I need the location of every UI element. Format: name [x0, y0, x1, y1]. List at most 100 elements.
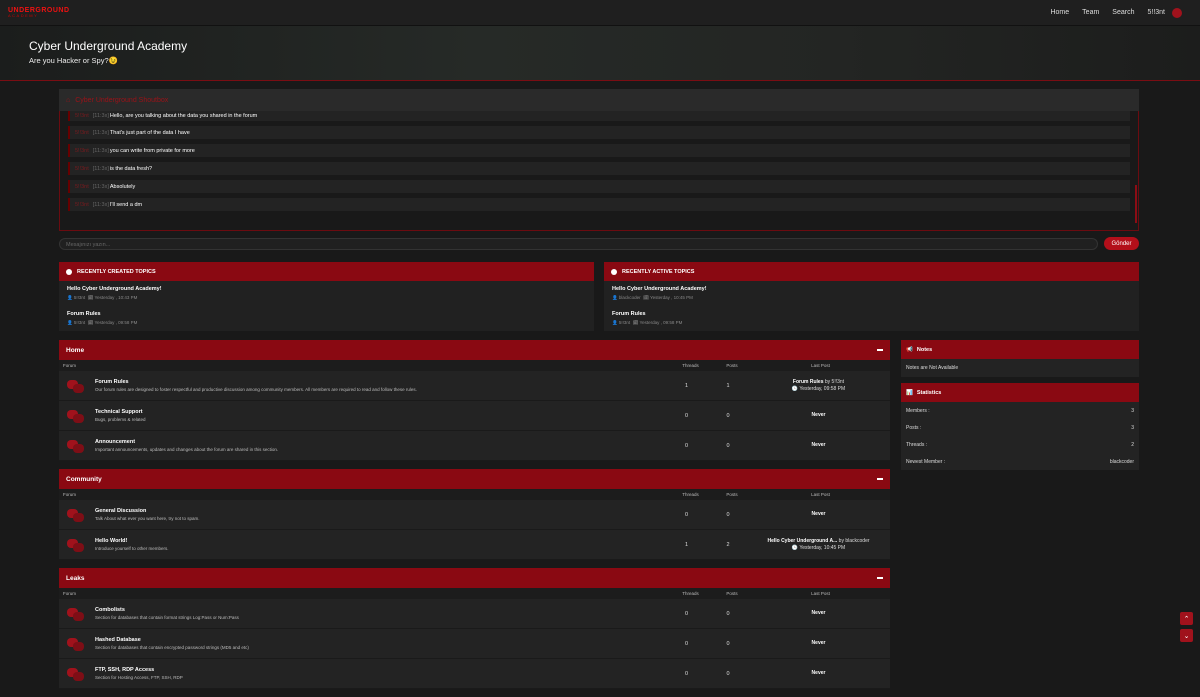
shout-text: That's just part of the data I have	[109, 129, 190, 136]
content-wrapper: ⌂ Cyber Underground Shoutbox 5!!3nt [11:3…	[59, 89, 1139, 697]
forum-link[interactable]: Forum Rules	[95, 379, 417, 385]
forum-link[interactable]: FTP, SSH, RDP Access	[95, 667, 183, 673]
last-post-link[interactable]: Never	[812, 610, 826, 616]
forum-cell: Announcement Important announcements, upd…	[59, 438, 664, 454]
user-avatar-icon[interactable]	[1172, 7, 1182, 18]
shout-message: 5!!3nt [11:3x] you can write from private …	[68, 144, 1130, 157]
shout-input[interactable]: Mesajınızı yazın...	[59, 237, 1098, 250]
category-title[interactable]: Leaks	[66, 575, 84, 582]
category-header[interactable]: Leaks	[59, 568, 890, 588]
stat-label: Posts :	[906, 424, 922, 431]
last-post: Forum Rules by 5!!3nt 🕒 Yesterday, 09:58 …	[747, 379, 890, 393]
notes-panel: 📢 Notes Notes are Not Available	[901, 340, 1139, 377]
topic-author[interactable]: 5!!3nt	[74, 320, 85, 325]
col-forum: Forum	[63, 591, 77, 596]
nav-search-link[interactable]: Search	[1112, 9, 1134, 16]
forum-link[interactable]: Combolists	[95, 607, 239, 613]
thread-count: 0	[684, 610, 689, 617]
hero-banner: Cyber Underground Academy Are you Hacker…	[0, 26, 1200, 81]
topic-link[interactable]: Hello Cyber Underground Academy!	[612, 286, 1131, 292]
category-title[interactable]: Home	[66, 347, 84, 354]
stat-label: Newest Member :	[906, 458, 946, 465]
last-post-link[interactable]: Never	[812, 670, 826, 676]
post-count: 0	[726, 610, 730, 617]
forum-cell: Technical Support Bugs, problems & relate…	[59, 408, 664, 424]
shoutbox-messages[interactable]: 5!!3nt [11:3x] Hello, are you talking abou…	[59, 111, 1139, 231]
scroll-down-button[interactable]: ⌄	[1180, 629, 1193, 642]
forum-category: Home Forum Threads Posts Last Post Forum Ru…	[59, 340, 890, 461]
shout-user[interactable]: 5!!3nt	[75, 184, 89, 190]
shout-user[interactable]: 5!!3nt	[75, 130, 89, 136]
forum-link[interactable]: Hello World!	[95, 538, 169, 544]
topic-author[interactable]: 5!!3nt	[74, 295, 85, 300]
statistics-title: Statistics	[916, 389, 942, 396]
stat-row: Posts : 3	[901, 419, 1139, 436]
last-post-author[interactable]: by 5!!3nt	[823, 379, 844, 385]
scroll-up-button[interactable]: ⌃	[1180, 612, 1193, 625]
site-subtitle: Are you Hacker or Spy?😉	[29, 56, 118, 65]
forum-desc: Important announcements, updates and cha…	[95, 447, 279, 452]
last-post-link[interactable]: Never	[812, 442, 826, 448]
plus-circle-icon	[66, 268, 72, 275]
topic-author[interactable]: 5!!3nt	[619, 320, 630, 325]
forum-desc: Talk About what ever you want here, try …	[95, 516, 200, 521]
post-count: 1	[726, 382, 730, 389]
post-count: 0	[726, 670, 730, 677]
shout-time: [11:3x]	[92, 165, 109, 172]
last-post-link[interactable]: Never	[812, 412, 826, 418]
shout-user[interactable]: 5!!3nt	[75, 202, 89, 208]
shout-user[interactable]: 5!!3nt	[75, 166, 89, 172]
last-post-link[interactable]: Forum Rules	[793, 379, 824, 385]
chat-bubbles-icon	[67, 636, 87, 652]
thread-count: 1	[684, 541, 689, 548]
collapse-icon[interactable]	[877, 349, 883, 351]
nav-user-link[interactable]: 5!!3nt	[1147, 9, 1165, 16]
forum-link[interactable]: Hashed Database	[95, 637, 249, 643]
chat-bubbles-icon	[67, 606, 87, 622]
send-button[interactable]: Gönder	[1104, 237, 1139, 250]
thread-count: 0	[684, 412, 689, 419]
shout-time: [11:3x]	[92, 183, 109, 190]
forum-cell: Hashed Database Section for databases tha…	[59, 636, 664, 652]
forum-row: FTP, SSH, RDP Access Section for Hosting …	[59, 659, 890, 689]
topic-link[interactable]: Forum Rules	[67, 311, 586, 317]
shoutbox-form: Mesajınızı yazın... Gönder	[59, 237, 1139, 250]
forum-desc: Section for Hosting Access, FTP, SSH, RD…	[95, 675, 183, 680]
site-logo[interactable]: UNDERGROUND ACADEMY	[8, 7, 70, 18]
shout-user[interactable]: 5!!3nt	[75, 148, 89, 154]
thread-count: 0	[684, 442, 689, 449]
last-post-link[interactable]: Hello Cyber Underground A...	[767, 538, 837, 544]
collapse-icon[interactable]	[877, 577, 883, 579]
forum-link[interactable]: Announcement	[95, 439, 278, 445]
topic-meta: 👤 5!!3nt 🗓 Yesterday , 10:43 PM	[67, 295, 138, 300]
chat-bubbles-icon	[67, 408, 87, 424]
shoutbox-scrollbar[interactable]	[1135, 185, 1137, 223]
column-headers: Forum Threads Posts Last Post	[59, 588, 890, 599]
shout-text: you can write from private for more	[109, 147, 195, 154]
category-title[interactable]: Community	[66, 476, 102, 483]
topic-link[interactable]: Forum Rules	[612, 311, 1131, 317]
forum-link[interactable]: General Discussion	[95, 508, 200, 514]
chevron-up-icon: ⌃	[1183, 615, 1190, 623]
recent-topics: RECENTLY CREATED TOPICS Hello Cyber Unde…	[59, 262, 1139, 331]
forum-cell: Hello World! Introduce yourself to other …	[59, 537, 664, 553]
category-header[interactable]: Community	[59, 469, 890, 489]
forum-row: Forum Rules Our forum rules are designed …	[59, 371, 890, 401]
shout-user[interactable]: 5!!3nt	[75, 113, 89, 119]
shoutbox-title: Cyber Underground Shoutbox	[75, 96, 169, 104]
post-count: 0	[726, 442, 730, 449]
category-header[interactable]: Home	[59, 340, 890, 360]
last-post-link[interactable]: Never	[812, 511, 826, 517]
nav-team-link[interactable]: Team	[1082, 9, 1099, 16]
col-posts: Posts	[726, 492, 738, 497]
topic-link[interactable]: Hello Cyber Underground Academy!	[67, 286, 586, 292]
last-post-link[interactable]: Never	[812, 640, 826, 646]
stat-value[interactable]: blackcoder	[1110, 459, 1134, 465]
last-post-author[interactable]: by blackcoder	[837, 538, 870, 544]
topic-author[interactable]: blackcoder	[619, 295, 641, 300]
collapse-icon[interactable]	[877, 478, 883, 480]
col-threads: Threads	[682, 591, 699, 596]
last-post: Never	[747, 670, 890, 677]
forum-link[interactable]: Technical Support	[95, 409, 146, 415]
nav-home-link[interactable]: Home	[1050, 9, 1069, 16]
